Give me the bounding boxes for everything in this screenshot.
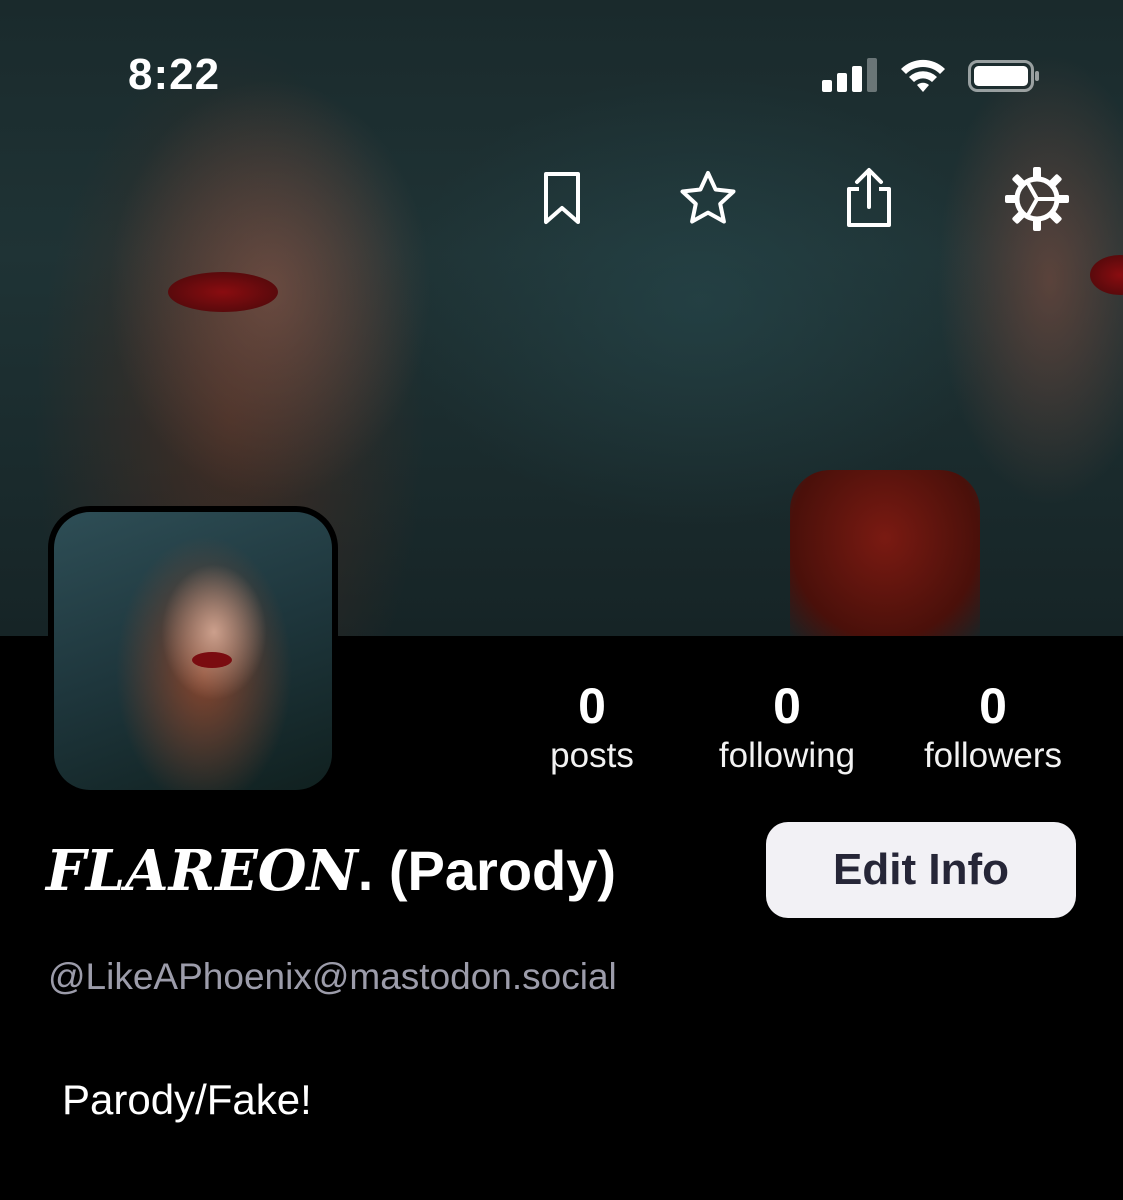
stat-followers[interactable]: 0 followers	[906, 678, 1080, 778]
display-name: FLAREON. (Parody)	[46, 838, 616, 904]
avatar-decor	[192, 652, 232, 668]
stat-following[interactable]: 0 following	[700, 678, 874, 778]
stat-following-label: following	[718, 736, 856, 775]
cellular-signal-icon	[822, 58, 878, 92]
battery-icon	[968, 60, 1039, 92]
star-icon[interactable]	[678, 168, 738, 228]
banner-decor	[790, 470, 980, 636]
profile-avatar[interactable]	[48, 506, 338, 796]
account-handle: @LikeAPhoenix@mastodon.social	[48, 956, 617, 997]
share-icon[interactable]	[839, 168, 899, 228]
banner-decor	[1090, 255, 1123, 295]
stat-followers-count: 0	[979, 678, 1007, 734]
display-name-styled: FLAREON	[46, 838, 358, 904]
bookmark-icon[interactable]	[532, 168, 592, 228]
avatar-image	[54, 512, 332, 790]
status-time: 8:22	[128, 50, 221, 99]
edit-info-button[interactable]: Edit Info	[766, 822, 1076, 918]
stat-posts-count: 0	[578, 678, 606, 734]
banner-decor	[168, 272, 278, 312]
stat-following-count: 0	[773, 678, 801, 734]
display-name-suffix: . (Parody)	[357, 839, 617, 902]
settings-icon[interactable]	[1004, 166, 1070, 232]
profile-bio: Parody/Fake!	[62, 1076, 312, 1123]
wifi-icon	[901, 59, 945, 92]
stat-posts[interactable]: 0 posts	[534, 678, 650, 778]
stat-posts-label: posts	[550, 736, 634, 775]
stat-followers-label: followers	[923, 736, 1063, 775]
